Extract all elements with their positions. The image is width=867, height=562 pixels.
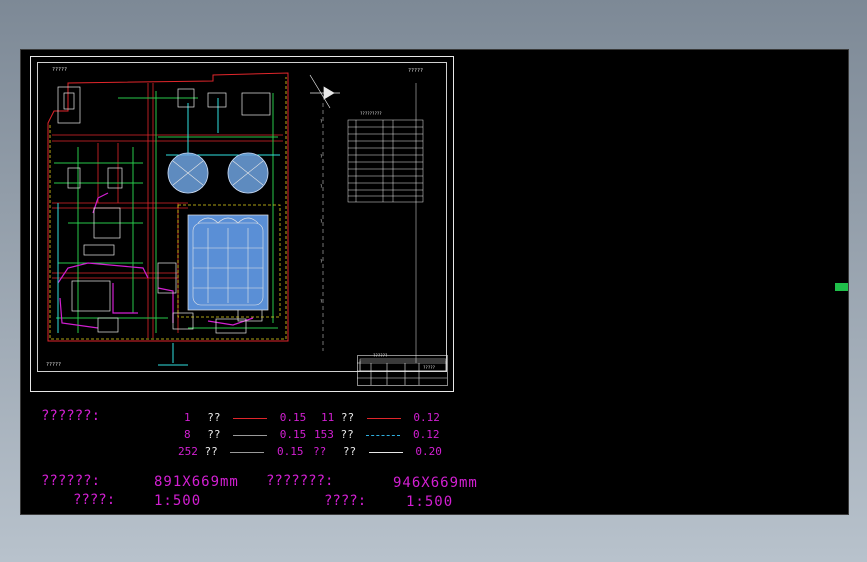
svg-text:?: ? [320, 259, 323, 264]
side-grip-handle[interactable] [835, 283, 848, 291]
drawing-inner-frame: ????? ????? ????? ??? ??? ????????? ????… [37, 62, 447, 372]
top-left-caption: ????? [52, 67, 67, 73]
svg-text:?: ? [320, 119, 323, 124]
size-label-1: ??????: [41, 473, 101, 489]
top-right-caption: ????? [408, 68, 423, 74]
linewidth-row-2-right: 153 ?? 0.12 [314, 428, 440, 441]
site-plan-drawing: ????? ????? ????? ??? ??? ????????? ????… [46, 67, 446, 371]
drawing-sheet-frame: ????? ????? ????? ??? ??? ????????? ????… [30, 56, 454, 392]
title-block-outer: ????? [357, 355, 448, 386]
north-arrow-icon [309, 74, 340, 109]
cad-viewport[interactable]: ????? ????? ????? ??? ??? ????????? ????… [20, 49, 849, 515]
scale-value-2: 1:500 [406, 494, 454, 510]
linewidth-row-3-left: 252 ?? 0.15 [178, 445, 304, 458]
scale-label-2: ????: [324, 493, 367, 509]
linewidth-row-3-right: ?? ?? 0.20 [313, 445, 442, 458]
linewidth-row-1-right: 11 ?? 0.12 [321, 411, 440, 424]
bottom-left-caption: ????? [46, 362, 61, 368]
svg-text:?: ? [320, 219, 323, 224]
table-header: ????????? [360, 111, 382, 116]
linewidth-row-1-left: 1 ?? 0.15 [184, 411, 307, 424]
linewidth-row-2-left: 8 ?? 0.15 [184, 428, 307, 441]
scale-label-1: ????: [73, 492, 116, 508]
clarifier-tanks [167, 152, 269, 194]
linewidth-label: ??????: [41, 408, 101, 424]
title-block-name: ????? [423, 365, 436, 370]
equipment-table [347, 119, 424, 203]
scale-value-1: 1:500 [154, 493, 202, 509]
svg-text:?: ? [320, 299, 323, 304]
size-label-2: ???????: [266, 473, 334, 489]
drawing-notes: ??????: 1 ?? 0.15 11 ?? 0.12 8 ?? 0.15 1… [21, 402, 541, 522]
svg-text:?: ? [320, 184, 323, 189]
svg-text:?: ? [320, 154, 323, 159]
size-value-2: 946X669mm [393, 475, 478, 491]
size-value-1: 891X669mm [154, 474, 239, 490]
